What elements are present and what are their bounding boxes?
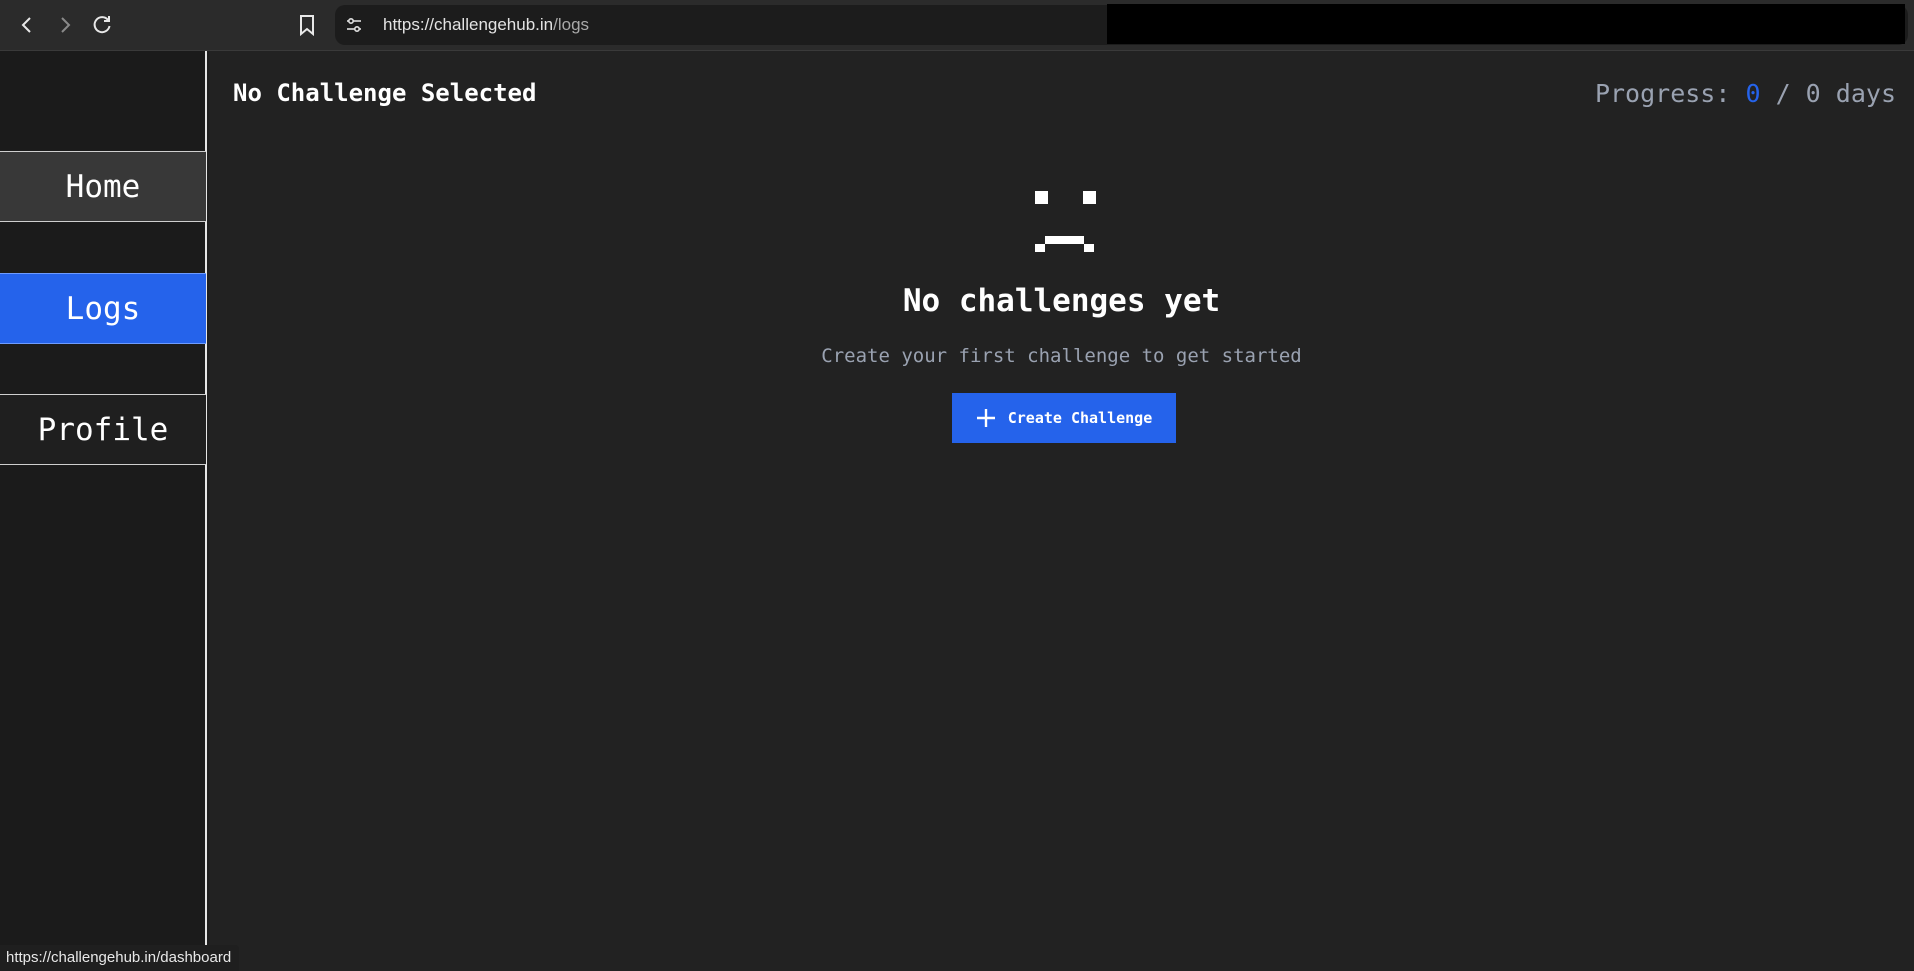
bookmark-icon[interactable] <box>292 10 322 40</box>
sidebar: Home Logs Profile <box>0 51 207 971</box>
create-challenge-button[interactable]: Create Challenge <box>952 393 1176 443</box>
empty-state-title: No challenges yet <box>902 283 1221 319</box>
create-challenge-label: Create Challenge <box>1007 409 1153 427</box>
reload-icon[interactable] <box>87 10 117 40</box>
main-content: No Challenge Selected Progress: 0 / 0 da… <box>209 51 1914 971</box>
sad-face-icon <box>1035 191 1096 252</box>
sidebar-item-label: Logs <box>65 290 141 327</box>
url-host: https://challengehub.in <box>383 15 554 34</box>
url-text: https://challengehub.in/logs <box>383 15 589 35</box>
forward-icon[interactable] <box>50 10 80 40</box>
status-bar-link: https://challengehub.in/dashboard <box>0 945 240 971</box>
sidebar-item-logs[interactable]: Logs <box>0 273 206 344</box>
plus-icon <box>976 409 995 427</box>
progress-label: Progress: <box>1594 79 1746 108</box>
progress-indicator: Progress: 0 / 0 days <box>1595 79 1896 108</box>
sidebar-item-profile[interactable]: Profile <box>0 394 206 465</box>
progress-current: 0 <box>1745 79 1761 108</box>
page-title: No Challenge Selected <box>233 79 537 107</box>
back-icon[interactable] <box>12 10 42 40</box>
redacted-area <box>1107 4 1905 44</box>
site-info-icon[interactable] <box>345 16 363 38</box>
progress-total: / 0 days <box>1760 79 1896 108</box>
sidebar-item-label: Profile <box>37 411 169 448</box>
empty-state-subtitle: Create your first challenge to get start… <box>821 345 1302 367</box>
browser-toolbar: https://challengehub.in/logs <box>0 0 1914 51</box>
sidebar-item-home[interactable]: Home <box>0 151 206 222</box>
url-path: /logs <box>553 15 590 34</box>
sidebar-item-label: Home <box>65 168 141 205</box>
